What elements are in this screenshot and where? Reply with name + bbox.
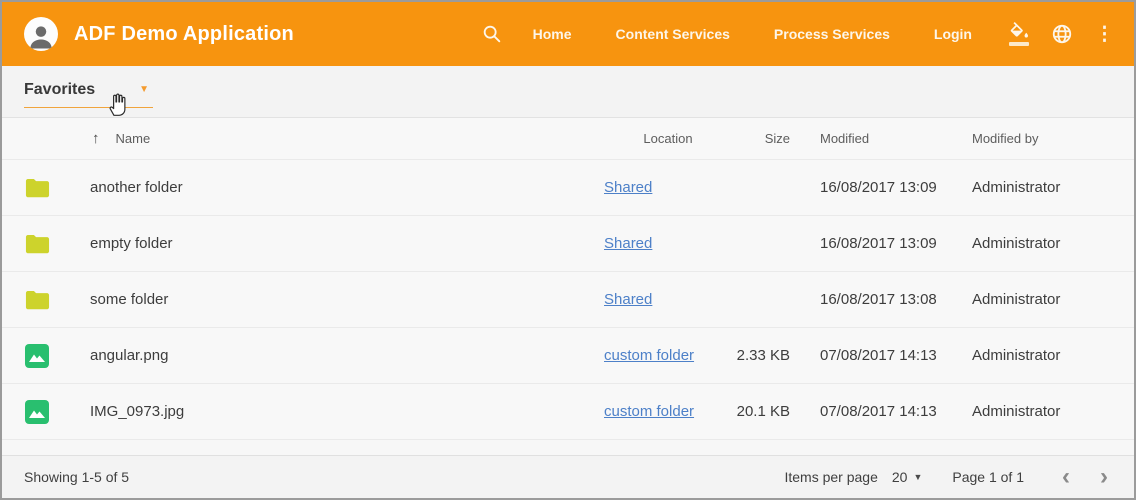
document-list: ↑ Name Location Size Modified Modified b… [2, 118, 1134, 440]
modified-by: Administrator [972, 291, 1112, 308]
table-row[interactable]: some folder Shared 16/08/2017 13:08 Admi… [2, 272, 1134, 328]
favorites-label: Favorites [24, 81, 95, 99]
modified-by: Administrator [972, 179, 1112, 196]
modified-date: 16/08/2017 13:08 [820, 291, 972, 308]
table-body: another folder Shared 16/08/2017 13:09 A… [2, 160, 1134, 440]
location-link[interactable]: Shared [604, 179, 652, 196]
color-underline [1009, 42, 1029, 46]
modified-by-column-header[interactable]: Modified by [972, 131, 1112, 146]
language-button[interactable] [1051, 23, 1073, 45]
location-link[interactable]: Shared [604, 291, 652, 308]
chevron-down-icon: ▼ [139, 85, 149, 95]
theme-color-button[interactable] [1008, 22, 1029, 46]
file-name: IMG_0973.jpg [90, 403, 604, 420]
modified-by: Administrator [972, 403, 1112, 420]
previous-page-button[interactable]: ‹ [1058, 465, 1074, 489]
nav-item-process-services[interactable]: Process Services [774, 26, 890, 42]
overflow-menu-button[interactable]: ⋮ [1095, 25, 1114, 44]
folder-icon [24, 177, 51, 199]
table-row[interactable]: angular.png custom folder 2.33 KB 07/08/… [2, 328, 1134, 384]
chevron-down-icon: ▼ [913, 473, 922, 482]
page-indicator: Page 1 of 1 [952, 469, 1024, 485]
pagination-bar: Showing 1-5 of 5 Items per page 20 ▼ Pag… [2, 455, 1134, 498]
file-name: another folder [90, 179, 604, 196]
file-size: 20.1 KB [732, 403, 790, 420]
folder-icon [24, 289, 51, 311]
nav-item-login[interactable]: Login [934, 26, 972, 42]
file-name: empty folder [90, 235, 604, 252]
size-column-header[interactable]: Size [732, 131, 790, 146]
location-link[interactable]: Shared [604, 235, 652, 252]
globe-icon [1051, 23, 1073, 45]
modified-date: 16/08/2017 13:09 [820, 179, 972, 196]
favorites-dropdown[interactable]: Favorites ▼ [24, 75, 153, 108]
image-file-icon [24, 343, 50, 369]
user-avatar[interactable] [24, 17, 58, 51]
app-header: ADF Demo Application Home Content Servic… [2, 2, 1134, 66]
modified-date: 07/08/2017 14:13 [820, 347, 972, 364]
app-title: ADF Demo Application [74, 23, 294, 46]
next-page-button[interactable]: › [1096, 465, 1112, 489]
location-link[interactable]: custom folder [604, 347, 694, 364]
person-icon [26, 21, 56, 51]
table-row[interactable]: another folder Shared 16/08/2017 13:09 A… [2, 160, 1134, 216]
file-name: some folder [90, 291, 604, 308]
file-size: 2.33 KB [732, 347, 790, 364]
range-label: Showing 1-5 of 5 [24, 469, 129, 485]
folder-icon [24, 233, 51, 255]
modified-by: Administrator [972, 235, 1112, 252]
color-fill-icon [1008, 22, 1029, 41]
modified-by: Administrator [972, 347, 1112, 364]
search-button[interactable] [481, 23, 503, 45]
modified-date: 16/08/2017 13:09 [820, 235, 972, 252]
sort-ascending-icon: ↑ [92, 130, 100, 147]
location-link[interactable]: custom folder [604, 403, 694, 420]
items-per-page-select[interactable]: 20 ▼ [892, 469, 923, 485]
image-file-icon [24, 399, 50, 425]
file-name: angular.png [90, 347, 604, 364]
search-icon [481, 23, 503, 45]
table-row[interactable]: empty folder Shared 16/08/2017 13:09 Adm… [2, 216, 1134, 272]
name-column-header[interactable]: ↑ Name [90, 130, 604, 147]
document-list-toolbar: Favorites ▼ [2, 66, 1134, 118]
main-nav: Home Content Services Process Services L… [533, 26, 1008, 42]
table-row[interactable]: IMG_0973.jpg custom folder 20.1 KB 07/08… [2, 384, 1134, 440]
items-per-page-value: 20 [892, 469, 908, 485]
table-header-row: ↑ Name Location Size Modified Modified b… [2, 118, 1134, 160]
modified-column-header[interactable]: Modified [820, 131, 972, 146]
items-per-page-label: Items per page [784, 469, 877, 485]
nav-item-content-services[interactable]: Content Services [616, 26, 730, 42]
modified-date: 07/08/2017 14:13 [820, 403, 972, 420]
nav-item-home[interactable]: Home [533, 26, 572, 42]
location-column-header[interactable]: Location [604, 131, 732, 146]
name-column-label: Name [116, 131, 151, 146]
